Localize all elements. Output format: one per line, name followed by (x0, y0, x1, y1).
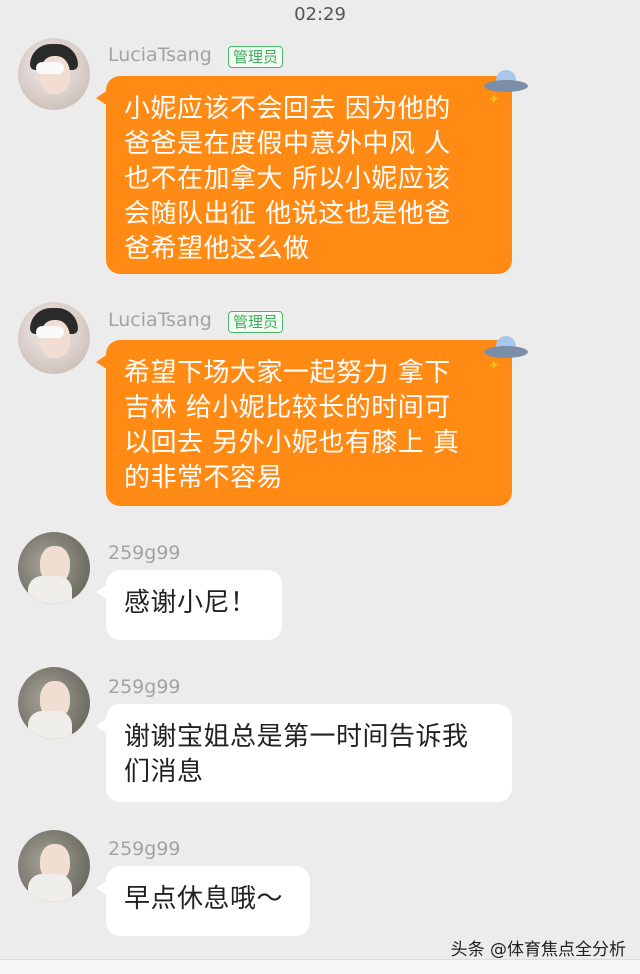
avatar[interactable] (18, 667, 90, 739)
message-bubble[interactable]: 小妮应该不会回去 因为他的 爸爸是在度假中意外中风 人 也不在加拿大 所以小妮应… (96, 76, 512, 274)
sender-name[interactable]: LuciaTsang (108, 309, 212, 331)
sender-name[interactable]: 259g99 (108, 838, 181, 860)
message-bubble[interactable]: 希望下场大家一起努力 拿下 吉林 给小妮比较长的时间可 以回去 另外小妮也有膝上… (96, 340, 512, 506)
admin-badge: 管理员 (228, 46, 284, 68)
sender-name[interactable]: LuciaTsang (108, 44, 212, 66)
avatar[interactable] (18, 532, 90, 604)
message-bubble[interactable]: 感谢小尼！ (96, 570, 282, 640)
input-bar[interactable] (0, 959, 640, 974)
avatar[interactable] (18, 302, 90, 374)
ufo-sparkle-icon: ✦ (482, 332, 530, 374)
avatar[interactable] (18, 830, 90, 902)
message-bubble[interactable]: 早点休息哦～ (96, 866, 310, 936)
ufo-sparkle-icon: ✦ (482, 66, 530, 108)
sender-name[interactable]: 259g99 (108, 676, 181, 698)
message-bubble[interactable]: 谢谢宝姐总是第一时间告诉我 们消息 (96, 704, 512, 802)
avatar[interactable] (18, 38, 90, 110)
sender-name[interactable]: 259g99 (108, 542, 181, 564)
status-time: 02:29 (294, 4, 346, 25)
watermark: 头条 @体育焦点全分析 (450, 940, 626, 960)
admin-badge: 管理员 (228, 311, 284, 333)
